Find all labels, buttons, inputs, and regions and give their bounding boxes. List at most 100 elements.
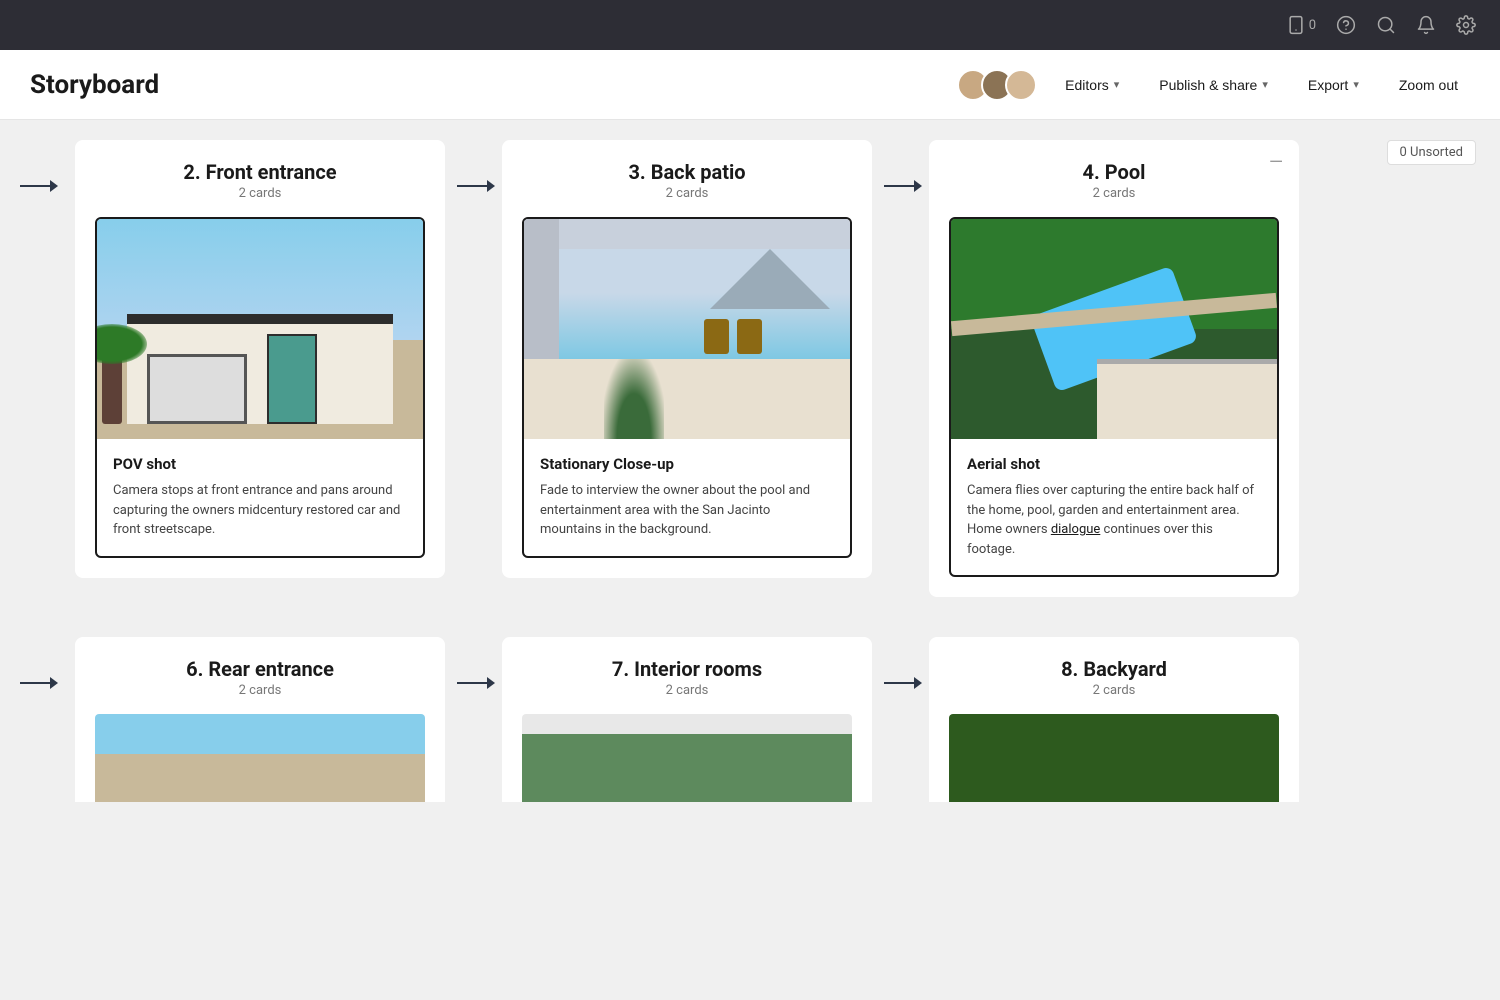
column-front-entrance: 2. Front entrance 2 cards POV sh: [75, 140, 445, 578]
arrow-shape-4: [20, 677, 58, 689]
help-icon[interactable]: [1336, 15, 1356, 35]
door-shape: [267, 334, 317, 424]
editors-avatars: [957, 69, 1037, 101]
canvas-area: 0 Unsorted 2. Front entrance 2 cards: [0, 120, 1500, 1000]
arrow-head-3: [914, 180, 922, 192]
column-pool-count: 2 cards: [949, 186, 1279, 201]
settings-icon[interactable]: [1456, 15, 1476, 35]
column-pool-title: 4. Pool: [949, 160, 1279, 184]
search-icon[interactable]: [1376, 15, 1396, 35]
column-interior-rooms-header: 7. Interior rooms 2 cards: [522, 657, 852, 698]
column-pool-header: 4. Pool 2 cards: [949, 160, 1279, 201]
building-roof-shape: [1097, 359, 1277, 439]
arrow-head: [50, 180, 58, 192]
column-backyard-title: 8. Backyard: [949, 657, 1279, 681]
column-back-patio-title: 3. Back patio: [522, 160, 852, 184]
card-front-entrance-description: Camera stops at front entrance and pans …: [113, 481, 407, 540]
ceiling-shape: [524, 219, 850, 249]
column-front-entrance-title: 2. Front entrance: [95, 160, 425, 184]
arrow-head-4: [50, 677, 58, 689]
column-rear-entrance-header: 6. Rear entrance 2 cards: [95, 657, 425, 698]
publish-chevron: ▾: [1262, 78, 1268, 91]
storyboard-container: 2. Front entrance 2 cards POV sh: [20, 140, 1500, 802]
editors-chevron: ▾: [1114, 78, 1120, 91]
card-front-entrance: POV shot Camera stops at front entrance …: [95, 217, 425, 558]
chairs-shape: [704, 319, 762, 354]
arrow-3: [884, 140, 929, 192]
card-front-entrance-shot-type: POV shot: [113, 455, 407, 473]
card-front-entrance-body: POV shot Camera stops at front entrance …: [97, 439, 423, 556]
arrow-shape-2: [457, 180, 495, 192]
storyboard-row-2: 6. Rear entrance 2 cards 7. Interior roo…: [20, 637, 1500, 802]
unsorted-badge[interactable]: 0 Unsorted: [1387, 140, 1476, 165]
card-pool-body: Aerial shot Camera flies over capturing …: [951, 439, 1277, 575]
card-back-patio-image: [524, 219, 850, 439]
arrow-5: [457, 637, 502, 689]
header: Storyboard Editors ▾ Publish & share ▾ E…: [0, 50, 1500, 120]
column-interior-rooms-count: 2 cards: [522, 683, 852, 698]
arrow-2: [457, 140, 502, 192]
house-shape: [127, 314, 393, 424]
bell-icon[interactable]: [1416, 15, 1436, 35]
arrow-line-3: [884, 185, 914, 187]
card-back-patio-body: Stationary Close-up Fade to interview th…: [524, 439, 850, 556]
palm-shape: [102, 344, 122, 424]
notification-count: 0: [1309, 18, 1316, 33]
column-backyard-header: 8. Backyard 2 cards: [949, 657, 1279, 698]
arrow-head-6: [914, 677, 922, 689]
column-back-patio: 3. Back patio 2 cards: [502, 140, 872, 578]
card-pool-image: [951, 219, 1277, 439]
column-interior-rooms: 7. Interior rooms 2 cards: [502, 637, 872, 802]
garage-shape: [147, 354, 247, 424]
agave-shape: [604, 359, 664, 439]
export-button[interactable]: Export ▾: [1296, 71, 1371, 99]
card-back-patio-description: Fade to interview the owner about the po…: [540, 481, 834, 540]
column-front-entrance-header: 2. Front entrance 2 cards: [95, 160, 425, 201]
card-front-entrance-image: [97, 219, 423, 439]
arrow-head-2: [487, 180, 495, 192]
card-pool-description: Camera flies over capturing the entire b…: [967, 481, 1261, 559]
arrow-6: [884, 637, 929, 689]
editors-button[interactable]: Editors ▾: [1053, 71, 1131, 99]
card-pool-shot-type: Aerial shot: [967, 455, 1261, 473]
chair-1: [704, 319, 729, 354]
chair-2: [737, 319, 762, 354]
interior-rooms-image: [522, 714, 852, 802]
minimize-pool-button[interactable]: —: [1269, 152, 1283, 173]
arrow-shape: [20, 180, 58, 192]
arrow-head-5: [487, 677, 495, 689]
arrow-line-2: [457, 185, 487, 187]
column-rear-entrance-count: 2 cards: [95, 683, 425, 698]
floor-shape: [524, 359, 850, 439]
column-interior-rooms-title: 7. Interior rooms: [522, 657, 852, 681]
column-back-patio-count: 2 cards: [522, 186, 852, 201]
column-rear-entrance: 6. Rear entrance 2 cards: [75, 637, 445, 802]
zoom-out-button[interactable]: Zoom out: [1387, 71, 1470, 99]
arrow-line-5: [457, 682, 487, 684]
card-back-patio: Stationary Close-up Fade to interview th…: [522, 217, 852, 558]
backyard-image: [949, 714, 1279, 802]
phone-notification-icon[interactable]: 0: [1286, 15, 1316, 35]
card-pool: Aerial shot Camera flies over capturing …: [949, 217, 1279, 577]
arrow-4: [20, 637, 75, 689]
rear-scene: [95, 714, 425, 802]
arrow-shape-3: [884, 180, 922, 192]
storyboard-row-1: 2. Front entrance 2 cards POV sh: [20, 140, 1500, 597]
column-pool: — 4. Pool 2 cards Aerial shot: [929, 140, 1299, 597]
arrow-line: [20, 185, 50, 187]
card-back-patio-shot-type: Stationary Close-up: [540, 455, 834, 473]
interior-scene: [522, 714, 852, 802]
page-title: Storyboard: [30, 70, 957, 100]
header-actions: Editors ▾ Publish & share ▾ Export ▾ Zoo…: [957, 69, 1470, 101]
column-rear-entrance-title: 6. Rear entrance: [95, 657, 425, 681]
avatar-3: [1005, 69, 1037, 101]
dialogue-link[interactable]: dialogue: [1051, 522, 1101, 537]
export-chevron: ▾: [1353, 78, 1359, 91]
arrow-1: [20, 140, 75, 192]
arrow-line-4: [20, 682, 50, 684]
arrow-line-6: [884, 682, 914, 684]
column-back-patio-header: 3. Back patio 2 cards: [522, 160, 852, 201]
publish-share-button[interactable]: Publish & share ▾: [1147, 71, 1280, 99]
backyard-scene: [949, 714, 1279, 802]
column-front-entrance-count: 2 cards: [95, 186, 425, 201]
